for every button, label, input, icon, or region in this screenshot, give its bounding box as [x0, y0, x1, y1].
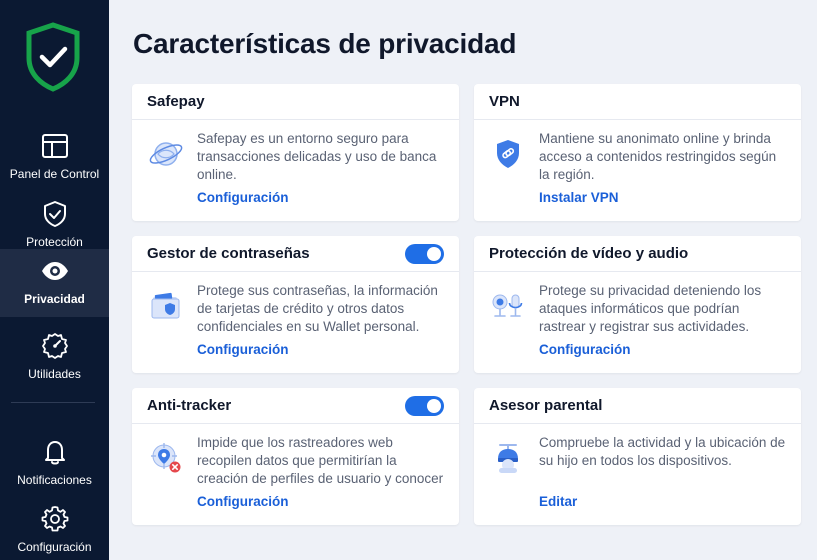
tracker-blocked-icon [148, 440, 184, 476]
toggle-knob [427, 398, 441, 413]
card-description: Impide que los rastreadores web recopile… [197, 435, 444, 486]
card-title: Safepay [147, 93, 205, 110]
video-audio-card: Protección de vídeo y audio Protege su p… [474, 236, 801, 373]
card-title: Asesor parental [489, 397, 603, 414]
card-description: Protege sus contraseñas, la información … [197, 283, 438, 334]
anti-tracker-card: Anti-tracker Impide que los rastreadores… [132, 388, 459, 525]
sidebar-item-label: Panel de Control [9, 167, 100, 181]
safepay-globe-icon [148, 136, 184, 172]
parental-advisor-card: Asesor parental Compruebe la actividad y… [474, 388, 801, 525]
card-title: Protección de vídeo y audio [489, 245, 689, 262]
video-audio-configuracion-link[interactable]: Configuración [539, 342, 631, 357]
anti-tracker-toggle[interactable] [405, 395, 444, 416]
child-icon [490, 440, 526, 476]
card-description: Protege su privacidad deteniendo los ata… [539, 283, 762, 334]
parental-editar-link[interactable]: Editar [539, 494, 577, 509]
page-title: Características de privacidad [133, 28, 517, 59]
speed-gear-icon [40, 331, 70, 361]
card-description: Mantiene su anonimato online y brinda ac… [539, 131, 777, 182]
instalar-vpn-link[interactable]: Instalar VPN [539, 190, 619, 205]
sidebar-item-utilidades[interactable]: Utilidades [0, 324, 109, 392]
sidebar-item-label: Privacidad [24, 292, 85, 306]
card-title: Gestor de contraseñas [147, 245, 310, 262]
toggle-knob [427, 246, 441, 261]
sidebar-item-label: Utilidades [28, 367, 81, 381]
bitdefender-shield-logo [25, 22, 81, 92]
sidebar-item-label: Notificaciones [17, 473, 92, 487]
wallet-icon [148, 288, 184, 324]
anti-tracker-configuracion-link[interactable]: Configuración [197, 494, 289, 509]
password-manager-card: Gestor de contraseñas Protege sus contra… [132, 236, 459, 373]
gear-icon [40, 504, 70, 534]
vpn-shield-icon [490, 136, 526, 172]
bell-icon [40, 437, 70, 467]
password-manager-toggle[interactable] [405, 243, 444, 264]
sidebar: Panel de Control Protección Privacidad U… [0, 0, 109, 560]
passwords-configuracion-link[interactable]: Configuración [197, 342, 289, 357]
card-description: Safepay es un entorno seguro para transa… [197, 131, 437, 182]
safepay-card: Safepay Safepay es un entorno seguro par… [132, 84, 459, 221]
dashboard-icon [40, 131, 70, 161]
sidebar-item-notificaciones[interactable]: Notificaciones [0, 430, 109, 498]
eye-icon [40, 256, 70, 286]
safepay-configuracion-link[interactable]: Configuración [197, 190, 289, 205]
card-description: Compruebe la actividad y la ubicación de… [539, 435, 786, 468]
card-title: Anti-tracker [147, 397, 232, 414]
shield-check-icon [40, 199, 70, 229]
sidebar-item-label: Configuración [17, 540, 92, 554]
sidebar-item-label: Protección [26, 235, 83, 249]
sidebar-divider [11, 402, 95, 403]
vpn-card: VPN Mantiene su anonimato online y brind… [474, 84, 801, 221]
card-title: VPN [489, 93, 520, 110]
webcam-microphone-icon [490, 288, 526, 324]
sidebar-item-panel-de-control[interactable]: Panel de Control [0, 124, 109, 192]
sidebar-item-privacidad[interactable]: Privacidad [0, 249, 109, 317]
sidebar-item-configuracion[interactable]: Configuración [0, 497, 109, 560]
